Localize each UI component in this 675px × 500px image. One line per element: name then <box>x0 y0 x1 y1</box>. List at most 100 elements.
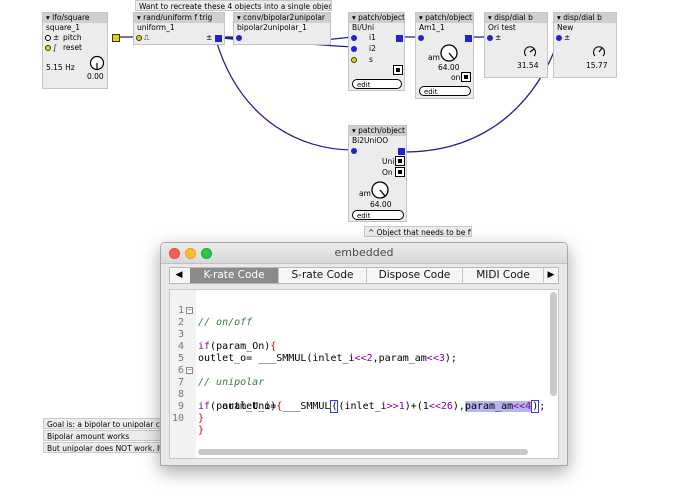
instance-name[interactable]: square_1 <box>43 23 107 33</box>
instance-name[interactable]: Ori test <box>485 23 547 33</box>
object-header[interactable]: ▾ patch/object <box>349 13 404 23</box>
code-line-10[interactable]: 10 } <box>170 401 550 436</box>
instance-name[interactable]: uniform_1 <box>134 23 224 33</box>
outlet-wave[interactable] <box>112 34 120 42</box>
embedded-editor-window[interactable]: embedded ◀ K-rate Code S-rate Code Dispo… <box>160 242 568 466</box>
object-am1[interactable]: ▾ patch/object Am1_1 am 64.00 on edit <box>415 12 474 99</box>
inlet-reset[interactable] <box>45 45 51 51</box>
object-type-label: patch/object <box>358 126 405 135</box>
object-biuni[interactable]: ▾ patch/object Bi/Uni i1 i2 s edit <box>348 12 405 91</box>
object-type-label: conv/bipolar2unipolar <box>243 13 326 22</box>
tab-scroll-left-button[interactable]: ◀ <box>172 268 186 283</box>
object-header[interactable]: ▾ patch/object <box>349 126 406 136</box>
object-header[interactable]: ▾ lfo/square <box>43 13 107 23</box>
dial-value: 31.54 <box>517 61 539 70</box>
inlet-in[interactable] <box>236 35 242 41</box>
instance-name[interactable]: Am1_1 <box>416 23 473 33</box>
code-line-9[interactable]: 9 } <box>170 389 550 424</box>
code-tab-bar: ◀ K-rate Code S-rate Code Dispose Code M… <box>169 267 559 284</box>
object-header[interactable]: ▾ rand/uniform f trig <box>134 13 224 23</box>
object-type-label: disp/dial b <box>494 13 533 22</box>
object-dial-new[interactable]: ▾ disp/dial b New ± 15.77 <box>553 12 617 78</box>
object-header[interactable]: ▾ conv/bipolar2unipolar <box>234 13 330 23</box>
object-lfo-square[interactable]: ▾ lfo/square square_1 ± pitch ∫ reset 5.… <box>42 12 108 89</box>
toggle-on-label: On <box>382 168 393 177</box>
code-line-6[interactable]: 6 // unipolar <box>170 353 550 388</box>
tab-k-rate-code[interactable]: K-rate Code <box>190 268 279 283</box>
am-knob[interactable] <box>370 180 390 200</box>
tab-s-rate-code[interactable]: S-rate Code <box>279 268 367 283</box>
am-knob[interactable] <box>439 43 459 63</box>
code-line-2[interactable]: 2 − if(param_On){ <box>170 305 550 353</box>
tab-dispose-code[interactable]: Dispose Code <box>367 268 463 283</box>
code-editor[interactable]: 1 // on/off 2 − if(param_On){ 3 4 outlet… <box>169 289 559 459</box>
reset-waveform-icon: ∫ <box>53 43 57 52</box>
pitch-knob[interactable] <box>89 55 105 71</box>
code-line-1[interactable]: 1 // on/off <box>170 293 550 328</box>
dial-value: 15.77 <box>586 61 608 70</box>
code-line-5[interactable]: 5 <box>170 341 550 364</box>
object-header[interactable]: ▾ disp/dial b <box>485 13 547 23</box>
wire-uniform-to-bi2uni <box>215 39 354 151</box>
inlet-pitch[interactable] <box>45 35 51 41</box>
outlet-o[interactable] <box>465 35 472 42</box>
inlet-in[interactable] <box>487 35 493 41</box>
inlet-i1[interactable] <box>351 35 357 41</box>
toggle-uni-label: Uni <box>382 157 395 166</box>
comment-unipolar[interactable]: But unipolar does NOT work. It <box>43 442 173 453</box>
pitch-waveform-icon: ± <box>53 33 60 42</box>
object-bi2unioo[interactable]: ▾ patch/object Bi2UniOO Uni On am 64.00 … <box>348 125 407 222</box>
window-titlebar[interactable]: embedded <box>161 243 567 264</box>
window-title: embedded <box>334 246 394 259</box>
instance-name[interactable]: Bi2UniOO <box>349 136 406 146</box>
toggle-uni[interactable] <box>395 156 405 166</box>
object-header[interactable]: ▾ patch/object <box>416 13 473 23</box>
code-line-3[interactable]: 3 <box>170 317 550 340</box>
fold-toggle-icon[interactable]: − <box>186 367 193 374</box>
inlet-in[interactable] <box>556 35 562 41</box>
instance-name[interactable]: Bi/Uni <box>349 23 404 33</box>
inlet-i[interactable] <box>351 148 357 154</box>
code-line-8[interactable]: 8 outlet_o= ___SMMUL((inlet_i>>1)+(1<<26… <box>170 377 550 413</box>
code-line-7[interactable]: 7 − if(param_Uni){ <box>170 365 550 413</box>
edit-button[interactable]: edit <box>419 86 471 96</box>
inlet-i[interactable] <box>418 35 424 41</box>
inlet-reset-label: reset <box>63 43 82 52</box>
object-header[interactable]: ▾ disp/dial b <box>554 13 616 23</box>
knob-value: 0.00 <box>87 72 104 81</box>
tab-scroll-right-button[interactable]: ▶ <box>544 268 558 283</box>
instance-name[interactable]: bipolar2unipolar_1 <box>234 23 330 33</box>
toggle-on[interactable] <box>393 65 403 75</box>
object-rand-uniform[interactable]: ▾ rand/uniform f trig uniform_1 ⎍ ± <box>133 12 225 45</box>
comment-bipolar[interactable]: Bipolar amount works <box>43 430 173 441</box>
inlet-i2[interactable] <box>351 46 357 52</box>
edit-button[interactable]: edit <box>352 210 404 220</box>
tab-midi-code[interactable]: MIDI Code <box>463 268 544 283</box>
knob-value: 64.00 <box>370 200 392 209</box>
outlet-value[interactable] <box>215 35 222 42</box>
vertical-scrollbar[interactable] <box>550 292 557 396</box>
object-type-label: rand/uniform f trig <box>143 13 213 22</box>
dial-display <box>593 46 605 57</box>
object-type-label: disp/dial b <box>563 13 602 22</box>
fold-toggle-icon[interactable]: − <box>186 307 193 314</box>
object-type-label: patch/object <box>358 13 404 22</box>
edit-button[interactable]: edit <box>352 79 402 89</box>
comment-goal[interactable]: Goal is: a bipolar to unipolar c <box>43 418 173 429</box>
inlet-label: ± <box>564 33 571 42</box>
inlet-i2-label: i2 <box>369 44 376 53</box>
instance-name[interactable]: New <box>554 23 616 33</box>
comment-fix[interactable]: ^ Object that needs to be fixed <box>364 226 472 237</box>
toggle-on[interactable] <box>461 72 471 82</box>
object-conv-bipolar2unipolar[interactable]: ▾ conv/bipolar2unipolar bipolar2unipolar… <box>233 12 331 45</box>
outlet-label: ± <box>206 33 213 42</box>
code-line-4[interactable]: 4 outlet_o= ___SMMUL(inlet_i<<2,param_am… <box>170 329 550 364</box>
object-dial-ori-test[interactable]: ▾ disp/dial b Ori test ± 31.54 <box>484 12 548 78</box>
toggle-on[interactable] <box>395 167 405 177</box>
outlet-o[interactable] <box>398 148 405 155</box>
inlet-s[interactable] <box>351 57 357 63</box>
comment-top[interactable]: Want to recreate these 4 objects into a … <box>135 0 332 11</box>
horizontal-scrollbar[interactable] <box>198 449 528 455</box>
outlet-o[interactable] <box>396 35 403 42</box>
inlet-trig[interactable] <box>136 35 142 41</box>
